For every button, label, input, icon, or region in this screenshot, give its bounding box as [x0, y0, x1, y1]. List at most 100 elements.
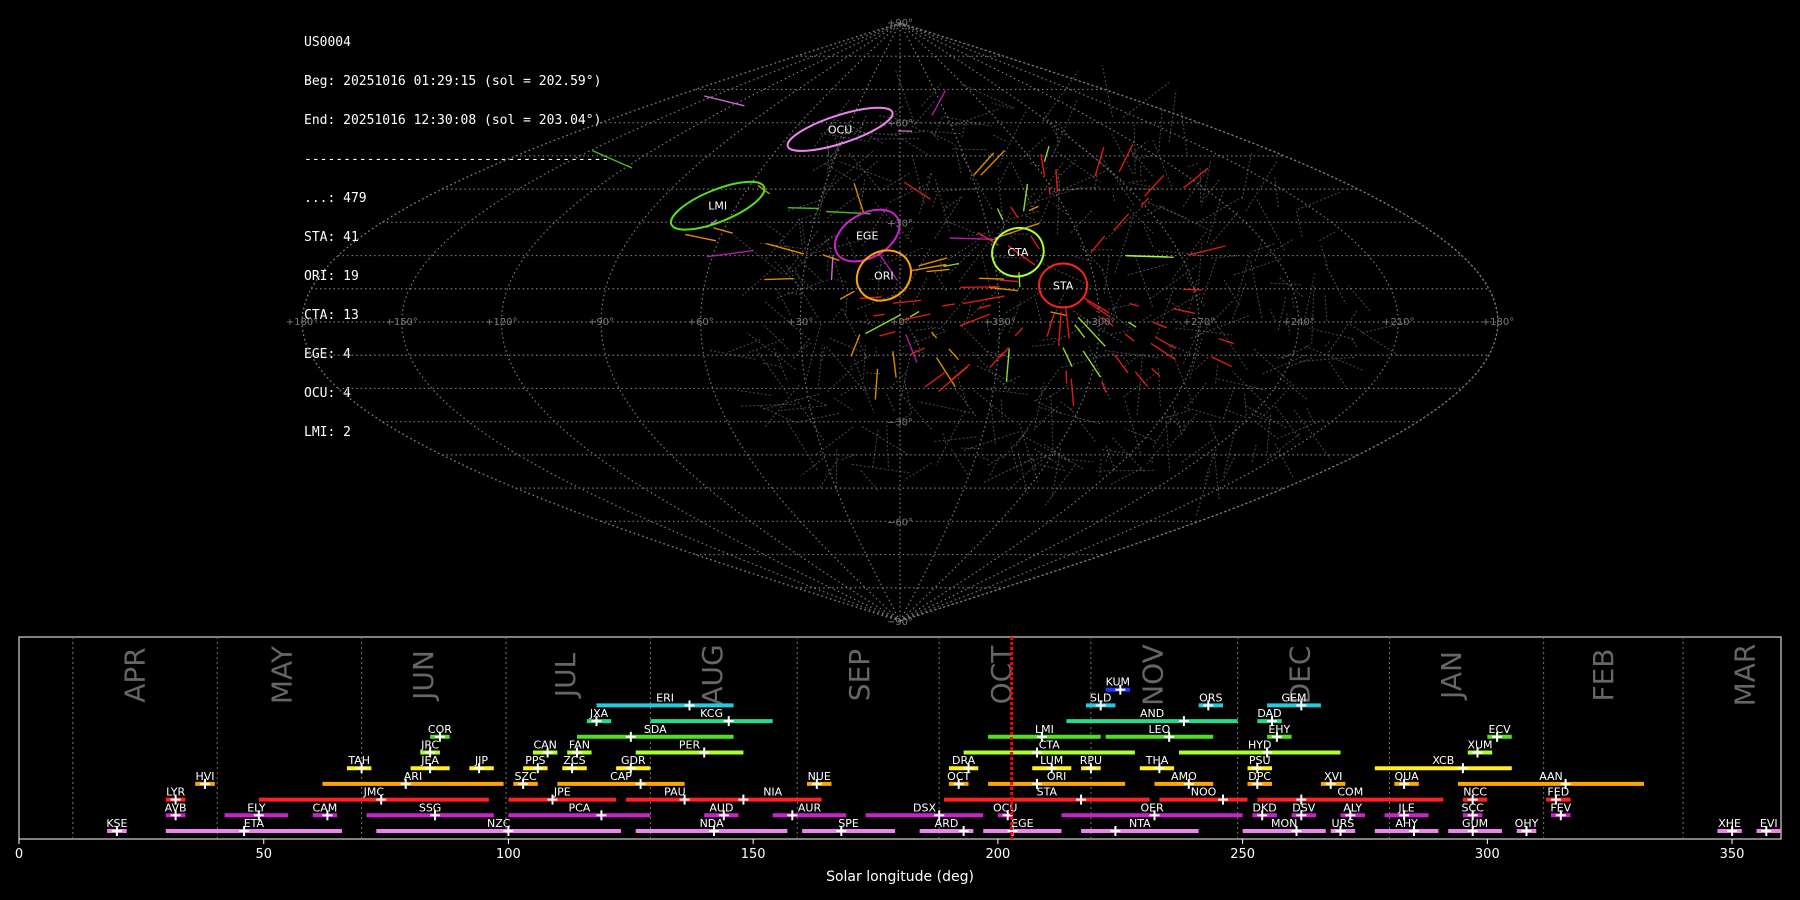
- sporadic-trail: [1104, 198, 1153, 240]
- sporadic-trail: [918, 401, 975, 414]
- shower-label-ors: ORS: [1199, 691, 1222, 704]
- sporadic-trail: [1254, 420, 1276, 437]
- longitude-tick-label: +60°: [688, 317, 714, 328]
- radiant-label-ori: ORI: [874, 270, 894, 283]
- shower-trail-sta: [1134, 371, 1149, 388]
- shower-label-hyd: HYD: [1248, 739, 1271, 752]
- shower-label-dkd: DKD: [1253, 801, 1277, 814]
- sporadic-trail: [960, 123, 966, 140]
- sporadic-trail: [1188, 163, 1198, 168]
- sporadic-trail: [1036, 368, 1060, 401]
- sky-axis-ticks: +180° +150° +120° +90° +60° +30° +0° +330° +300°…: [286, 18, 1514, 628]
- sporadic-trail: [1328, 361, 1349, 392]
- shower-label-noo: NOO: [1191, 786, 1217, 799]
- shower-label-aur: AUR: [798, 801, 822, 814]
- sporadic-trail: [815, 425, 856, 455]
- sporadic-trail: [1305, 406, 1314, 422]
- shower-trail-cta: [1062, 347, 1073, 368]
- sporadic-trail: [774, 261, 802, 289]
- sporadic-trail: [845, 290, 848, 316]
- shower-label-tah: TAH: [347, 754, 370, 767]
- sporadic-trail: [1224, 409, 1246, 418]
- shower-label-cam: CAM: [313, 801, 338, 814]
- sporadic-trail: [835, 449, 838, 489]
- sporadic-trail: [748, 338, 785, 353]
- sporadic-trail: [881, 172, 910, 191]
- sporadic-trail: [826, 260, 829, 273]
- sporadic-trail: [854, 160, 879, 181]
- sporadic-trail: [1002, 375, 1020, 385]
- longitude-tick-label: +270°: [1183, 317, 1215, 328]
- shower-trail-sta: [1014, 327, 1024, 337]
- shower-trail-sta: [1030, 235, 1040, 250]
- sporadic-trail: [982, 256, 991, 289]
- shower-trail-sta: [879, 331, 896, 337]
- sporadic-trail: [1274, 406, 1301, 440]
- shower-label-jle: JLE: [1397, 801, 1414, 814]
- sporadic-trail: [1221, 454, 1237, 482]
- sporadic-trail: [775, 286, 791, 316]
- sporadic-trail: [829, 337, 862, 353]
- sporadic-trail: [1213, 453, 1220, 500]
- radiant-label-lmi: LMI: [708, 200, 727, 213]
- sporadic-trail: [1323, 341, 1330, 349]
- shower-trail-ege: [905, 334, 918, 363]
- shower-label-jpe: JPE: [553, 786, 571, 799]
- sporadic-trail: [819, 458, 839, 489]
- sporadic-trail: [1276, 419, 1324, 440]
- sporadic-trail: [1155, 286, 1175, 339]
- sporadic-trail: [1105, 445, 1116, 472]
- shower-trail-sta: [1048, 186, 1051, 195]
- shower-trail-sta: [892, 299, 922, 304]
- sporadic-trail: [1096, 469, 1154, 472]
- shower-trail-sta: [960, 286, 1000, 289]
- longitude-tick-label: +180°: [286, 317, 318, 328]
- shower-trail-lmi: [787, 207, 820, 210]
- sporadic-trail: [948, 243, 980, 274]
- sporadic-trail: [950, 449, 970, 477]
- sporadic-trail: [886, 422, 889, 468]
- shower-label-jip: JIP: [474, 754, 488, 767]
- sporadic-trail: [1031, 343, 1054, 347]
- sporadic-trail: [1025, 215, 1036, 221]
- sporadic-trail: [727, 339, 761, 353]
- sporadic-trail: [852, 123, 864, 137]
- shower-trail-sta: [1113, 354, 1129, 374]
- shower-trail-sta: [942, 303, 956, 307]
- shower-label-oer: OER: [1140, 801, 1164, 814]
- shower-trail-sta: [1211, 356, 1232, 368]
- shower-trail-sta: [1118, 143, 1134, 173]
- sporadic-trail: [786, 420, 818, 471]
- sporadic-trail: [1035, 298, 1042, 324]
- shower-label-cor: COR: [428, 723, 452, 736]
- sporadic-trail: [1152, 409, 1177, 448]
- sporadic-trail: [1279, 277, 1305, 298]
- sporadic-trail: [1256, 199, 1286, 252]
- sporadic-trail: [1324, 264, 1347, 305]
- shower-label-xum: XUM: [1467, 739, 1492, 752]
- sporadic-trail: [1241, 152, 1253, 199]
- x-tick-label: 350: [1720, 847, 1745, 862]
- shower-label-ege: EGE: [1011, 817, 1033, 830]
- sporadic-trail: [1233, 258, 1282, 276]
- sporadic-trail: [1159, 205, 1214, 233]
- sporadic-trail: [1347, 285, 1371, 312]
- shower-label-qua: QUA: [1394, 770, 1419, 783]
- sporadic-trail: [1001, 399, 1003, 425]
- sporadic-trail: [972, 351, 1010, 392]
- sporadic-trail: [1124, 355, 1139, 368]
- meteor-trails: [592, 65, 1405, 518]
- shower-label-sda: SDA: [644, 723, 667, 736]
- sporadic-trail: [992, 134, 1009, 143]
- sporadic-trail: [1131, 179, 1149, 183]
- shower-label-eri: ERI: [656, 691, 674, 704]
- sporadic-trail: [794, 397, 825, 441]
- sporadic-trail: [1055, 159, 1077, 180]
- sporadic-trail: [1181, 405, 1225, 420]
- shower-label-cap: CAP: [610, 770, 632, 783]
- x-tick-label: 50: [255, 847, 272, 862]
- shower-trail-ori: [685, 233, 717, 242]
- sporadic-trail: [761, 393, 820, 411]
- shower-label-kse: KSE: [106, 817, 127, 830]
- shower-trail-sta: [962, 295, 1005, 305]
